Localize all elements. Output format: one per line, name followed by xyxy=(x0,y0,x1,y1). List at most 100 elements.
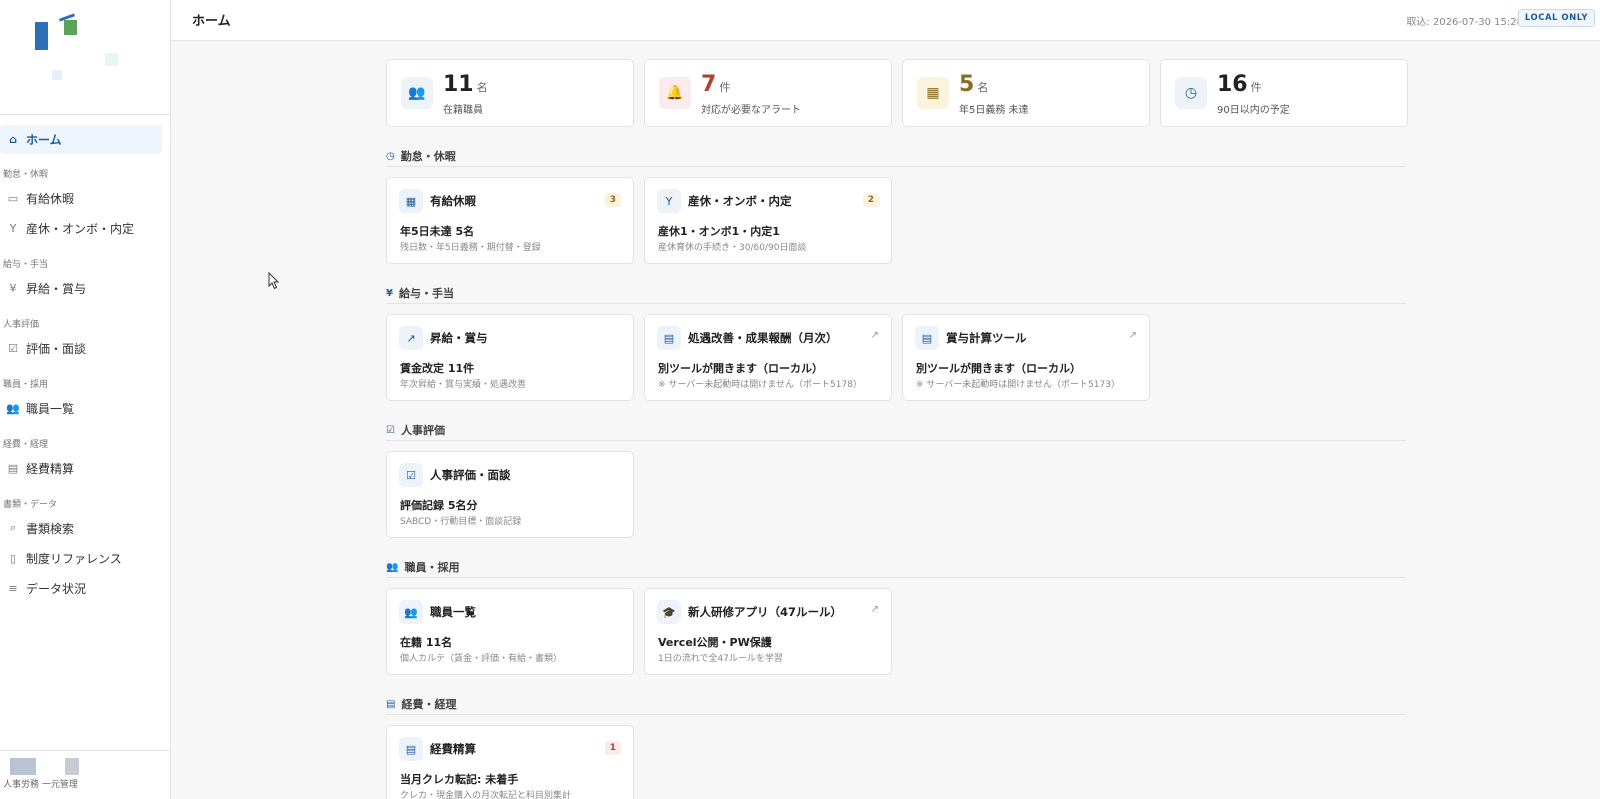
sidebar-item-label: 経費精算 xyxy=(26,461,75,476)
stat-label: 対応が必要なアラート xyxy=(701,105,801,116)
home-icon: ⌂ xyxy=(9,132,17,146)
stat-card-leave-obligation[interactable]: ▦ 5名 年5日義務 未達 xyxy=(902,59,1150,127)
clipboard-check-icon: ☑ xyxy=(399,463,423,487)
sidebar-item-label: 評価・面談 xyxy=(26,341,87,356)
card-title: 産休・オンボ・内定 xyxy=(688,194,792,208)
external-link-icon: ↗ xyxy=(870,330,879,341)
calculator-icon: ▤ xyxy=(657,326,681,350)
calendar-icon: ▦ xyxy=(399,189,423,213)
stat-card-upcoming[interactable]: ◷ 16 件 90日以内の予定 xyxy=(1160,59,1408,127)
database-icon: ≡ xyxy=(8,581,18,595)
divider xyxy=(386,440,1406,441)
stat-value: 5名 xyxy=(959,72,989,97)
sidebar-item-maternity[interactable]: Y 産休・オンボ・内定 xyxy=(0,217,134,239)
card-description: 1日の流れで全47ルールを学習 xyxy=(658,654,783,664)
card-paid-leave[interactable]: ▦ 有給休暇 3 年5日未達 5名 残日数・年5日義務・期付替・登録 xyxy=(386,177,634,264)
section-title-staff: 👥 職員・採用 xyxy=(386,561,460,574)
sidebar-item-evaluation[interactable]: ☑ 評価・面談 xyxy=(0,337,86,359)
users-icon: 👥 xyxy=(399,600,423,624)
card-training-app[interactable]: 🎓 新人研修アプリ（47ルール） ↗ Vercel公開・PW保護 1日の流れで全… xyxy=(644,588,892,675)
divider xyxy=(0,114,170,115)
sidebar-item-label: 職員一覧 xyxy=(26,401,75,416)
sidebar: ⌂ ホーム 勤怠・休暇 ▭ 有給休暇 Y 産休・オンボ・内定 給与・手当 ¥ 昇… xyxy=(0,0,171,799)
sidebar-item-document-search[interactable]: ⌕ 書類検索 xyxy=(0,517,74,539)
divider xyxy=(386,714,1406,715)
card-description: ※ サーバー未起動時は開けません（ポート5173） xyxy=(916,380,1120,390)
users-icon: 👥 xyxy=(401,77,433,109)
sidebar-item-home[interactable]: ⌂ ホーム xyxy=(0,128,62,150)
bell-icon: 🔔 xyxy=(659,77,691,109)
card-summary: 別ツールが開きます（ローカル） xyxy=(658,362,823,375)
sidebar-item-label: 制度リファレンス xyxy=(26,551,122,566)
book-icon: ▯ xyxy=(9,551,17,565)
nav-group-label: 勤怠・休暇 xyxy=(3,170,49,180)
card-staff-list[interactable]: 👥 職員一覧 在籍 11名 個人カルテ（賃金・評価・有給・書類） xyxy=(386,588,634,675)
nav-group-label: 職員・採用 xyxy=(3,380,49,390)
sidebar-item-raise-bonus[interactable]: ¥ 昇給・賞与 xyxy=(0,277,87,299)
card-expenses[interactable]: ▤ 経費精算 1 当月クレカ転記: 未着手 クレカ・現金購入の月次転記と科目別集… xyxy=(386,725,634,799)
yen-coin-icon: ¥ xyxy=(386,287,393,299)
search-icon: ⌕ xyxy=(9,521,17,534)
section-title-attendance: ◷ 勤怠・休暇 xyxy=(386,150,456,163)
divider xyxy=(386,577,1406,578)
sidebar-item-data-status[interactable]: ≡ データ状況 xyxy=(0,577,86,599)
page-title: ホーム xyxy=(192,14,231,29)
card-description: SABCD・行動目標・面談記録 xyxy=(400,517,522,527)
sidebar-item-staff-list[interactable]: 👥 職員一覧 xyxy=(0,397,74,419)
sidebar-item-label: ホーム xyxy=(26,132,62,147)
divider xyxy=(386,166,1406,167)
card-evaluation[interactable]: ☑ 人事評価・面談 評価記録 5名分 SABCD・行動目標・面談記録 xyxy=(386,451,634,538)
card-summary: 在籍 11名 xyxy=(400,636,453,649)
card-summary: 別ツールが開きます（ローカル） xyxy=(916,362,1081,375)
footer-logo xyxy=(10,758,36,775)
card-description: 個人カルテ（賃金・評価・有給・書類） xyxy=(400,654,563,664)
card-summary: 年5日未達 5名 xyxy=(400,225,475,238)
sidebar-item-label: データ状況 xyxy=(26,581,87,596)
nav-group-label: 人事評価 xyxy=(3,320,40,330)
stat-card-staff[interactable]: 👥 11 名 在籍職員 xyxy=(386,59,634,127)
card-bonus-calculator[interactable]: ▤ 賞与計算ツール ↗ 別ツールが開きます（ローカル） ※ サーバー未起動時は開… xyxy=(902,314,1150,401)
calendar-icon: ▦ xyxy=(917,77,949,109)
count-badge: 1 xyxy=(604,741,621,755)
nav-group-label: 経費・経理 xyxy=(3,440,49,450)
stat-label: 在籍職員 xyxy=(443,105,483,116)
card-description: クレカ・現金購入の月次転記と科目別集計 xyxy=(400,791,572,799)
sidebar-item-policy-reference[interactable]: ▯ 制度リファレンス xyxy=(0,547,122,569)
graduation-cap-icon: 🎓 xyxy=(657,600,681,624)
card-title: 職員一覧 xyxy=(430,605,476,619)
nav-group-label: 書類・データ xyxy=(3,500,58,510)
count-badge: 3 xyxy=(604,193,621,207)
local-only-badge: LOCAL ONLY xyxy=(1517,9,1595,27)
receipt-icon: ▤ xyxy=(399,737,423,761)
nav-group-label: 給与・手当 xyxy=(3,260,49,270)
card-summary: 産休1・オンボ1・内定1 xyxy=(658,225,780,238)
card-description: 残日数・年5日義務・期付替・登録 xyxy=(400,243,541,253)
card-treatment-improvement[interactable]: ▤ 処遇改善・成果報酬（月次） ↗ 別ツールが開きます（ローカル） ※ サーバー… xyxy=(644,314,892,401)
card-title: 人事評価・面談 xyxy=(430,468,511,482)
clock-icon: ◷ xyxy=(1175,77,1207,109)
card-summary: 評価記録 5名分 xyxy=(400,499,478,512)
card-title: 賞与計算ツール xyxy=(946,331,1027,345)
card-description: 産休育休の手続き・30/60/90日面談 xyxy=(658,243,807,253)
sprout-icon: Y xyxy=(9,221,17,235)
card-summary: 賃金改定 11件 xyxy=(400,362,475,375)
calculator-icon: ▤ xyxy=(915,326,939,350)
card-raise-bonus[interactable]: ↗ 昇給・賞与 賃金改定 11件 年次昇給・賞与実績・処遇改善 xyxy=(386,314,634,401)
sidebar-item-expenses[interactable]: ▤ 経費精算 xyxy=(0,457,74,479)
logo-decoration xyxy=(105,53,118,66)
stat-card-alerts[interactable]: 🔔 7件 対応が必要なアラート xyxy=(644,59,892,127)
mouse-cursor-icon xyxy=(268,272,280,290)
receipt-icon: ▤ xyxy=(386,698,396,710)
section-title-expenses: ▤ 経費・経理 xyxy=(386,698,457,711)
stat-value: 16 件 xyxy=(1217,72,1262,97)
card-title: 有給休暇 xyxy=(430,194,476,208)
stat-label: 年5日義務 未達 xyxy=(959,105,1029,116)
sidebar-item-paid-leave[interactable]: ▭ 有給休暇 xyxy=(0,187,74,209)
card-summary: 当月クレカ転記: 未着手 xyxy=(400,773,519,786)
clipboard-check-icon: ☑ xyxy=(386,424,395,436)
calendar-icon: ▭ xyxy=(7,191,19,205)
card-title: 新人研修アプリ（47ルール） xyxy=(688,605,843,619)
top-header: ホーム 取込: 2026-07-30 15:28 LOCAL ONLY xyxy=(171,0,1600,41)
external-link-icon: ↗ xyxy=(870,604,879,615)
card-maternity[interactable]: Y 産休・オンボ・内定 2 産休1・オンボ1・内定1 産休育休の手続き・30/6… xyxy=(644,177,892,264)
